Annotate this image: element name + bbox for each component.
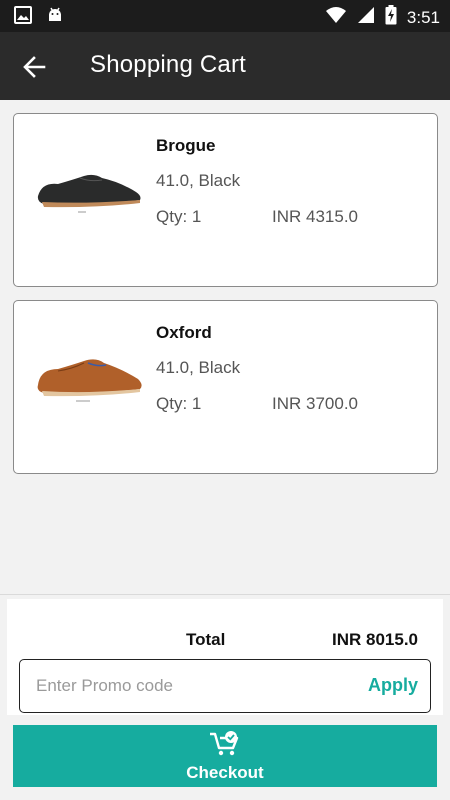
cart-check-icon: [210, 731, 239, 756]
item-price: INR 4315.0: [272, 207, 358, 226]
status-clock: 3:51: [406, 7, 440, 27]
status-right-icons: 3:51: [325, 5, 440, 30]
signal-icon: [357, 6, 375, 29]
product-image-brogue: [28, 152, 148, 227]
promo-code-box: Apply: [19, 659, 431, 713]
item-name: Oxford: [156, 323, 212, 342]
product-image-oxford: [28, 339, 148, 414]
status-bar: 3:51: [0, 0, 450, 32]
wifi-icon: [325, 6, 347, 29]
battery-charging-icon: [385, 5, 397, 30]
cart-item-brogue[interactable]: Brogue 41.0, Black Qty: 1 INR 4315.0: [13, 113, 438, 287]
item-price: INR 3700.0: [272, 394, 358, 413]
page-title: Shopping Cart: [90, 51, 247, 78]
cart-item-oxford[interactable]: Oxford 41.0, Black Qty: 1 INR 3700.0: [13, 300, 438, 474]
back-button[interactable]: [20, 52, 50, 82]
item-quantity: Qty: 1: [156, 394, 202, 413]
total-label: Total: [186, 630, 226, 649]
apply-button[interactable]: Apply: [368, 675, 418, 696]
image-icon: [14, 6, 32, 29]
item-variant: 41.0, Black: [156, 171, 241, 190]
arrow-left-icon: [23, 56, 46, 78]
item-variant: 41.0, Black: [156, 358, 241, 377]
item-name: Brogue: [156, 136, 216, 155]
total-value: INR 8015.0: [332, 630, 418, 649]
android-icon: [46, 6, 64, 29]
item-quantity: Qty: 1: [156, 207, 202, 226]
checkout-label: Checkout: [186, 763, 264, 782]
promo-code-input[interactable]: [36, 673, 346, 699]
checkout-button[interactable]: Checkout: [13, 725, 437, 787]
app-bar: Shopping Cart: [0, 32, 450, 100]
status-left-icons: [14, 6, 64, 29]
